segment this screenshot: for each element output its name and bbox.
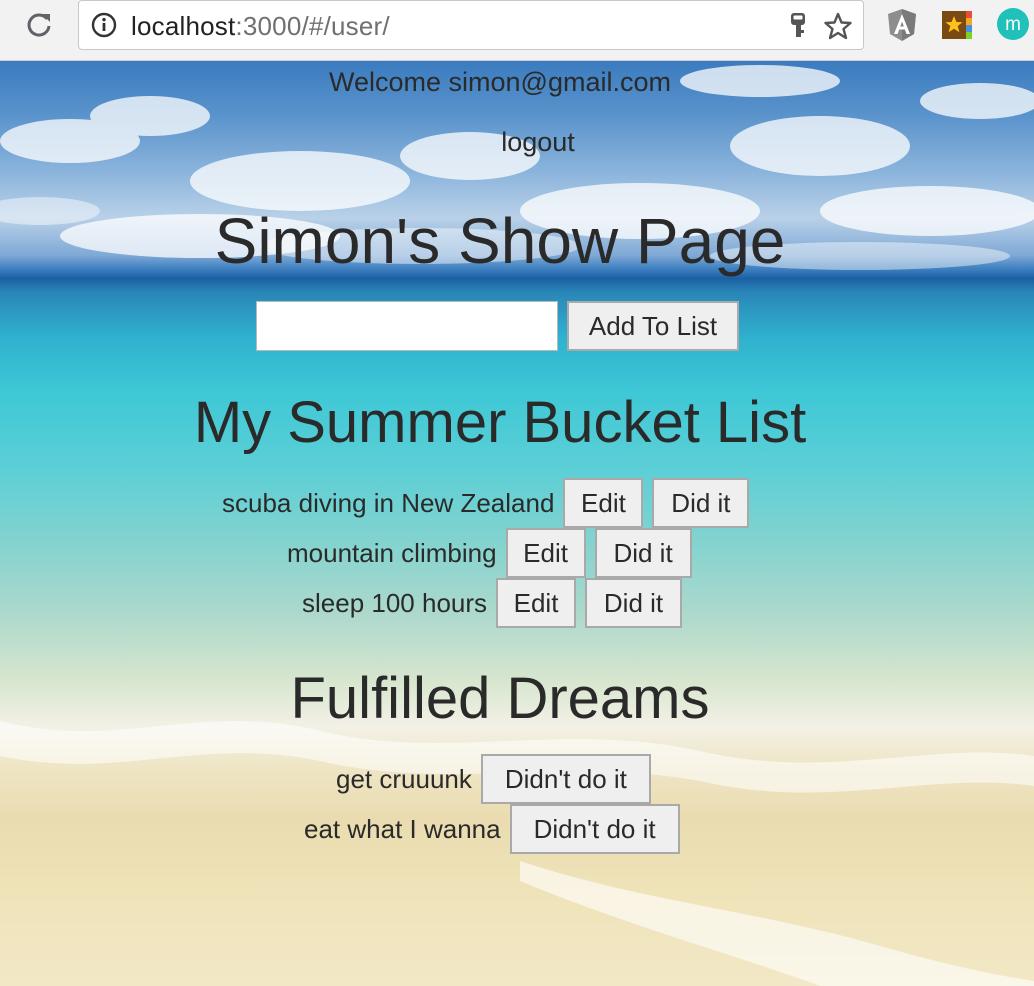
- fulfilled-item-label: get cruuunk: [336, 763, 472, 794]
- angular-extension-icon[interactable]: [886, 8, 918, 42]
- list-item: scuba diving in New Zealand Edit Did it: [222, 478, 758, 528]
- edit-button[interactable]: Edit: [496, 578, 577, 628]
- bucket-item-label: sleep 100 hours: [302, 587, 488, 618]
- bookmark-extension-icon[interactable]: [940, 8, 974, 42]
- did-it-button[interactable]: Did it: [594, 528, 692, 578]
- m-extension-icon[interactable]: m: [996, 7, 1030, 41]
- list-item: sleep 100 hours Edit Did it: [302, 578, 691, 628]
- did-it-button[interactable]: Did it: [652, 478, 750, 528]
- url-text[interactable]: localhost:3000/#/user/: [131, 9, 390, 43]
- list-item: mountain climbing Edit Did it: [287, 528, 701, 578]
- address-bar[interactable]: localhost:3000/#/user/: [78, 0, 864, 50]
- new-item-input[interactable]: [256, 301, 558, 351]
- fulfilled-item-label: eat what I wanna: [304, 813, 501, 844]
- url-path: :3000/#/user/: [235, 11, 390, 41]
- info-icon[interactable]: [91, 12, 117, 38]
- didnt-do-it-button[interactable]: Didn't do it: [509, 804, 680, 854]
- logout-link[interactable]: logout: [0, 126, 1034, 158]
- list-item: get cruuunk Didn't do it: [336, 754, 660, 804]
- star-icon[interactable]: [823, 11, 853, 41]
- url-host: localhost: [131, 11, 236, 41]
- did-it-button[interactable]: Did it: [585, 578, 683, 628]
- fulfilled-dreams-title: Fulfilled Dreams: [290, 666, 710, 731]
- page-title: Simon's Show Page: [214, 205, 786, 277]
- reload-icon[interactable]: [22, 8, 56, 42]
- add-to-list-button[interactable]: Add To List: [567, 301, 739, 351]
- page-viewport: Welcome simon@gmail.com logout Simon's S…: [0, 61, 1034, 986]
- bucket-item-label: scuba diving in New Zealand: [222, 487, 555, 518]
- svg-text:m: m: [1005, 14, 1021, 35]
- add-item-form: Add To List: [256, 300, 739, 352]
- bucket-list-title: My Summer Bucket List: [193, 390, 807, 455]
- edit-button[interactable]: Edit: [505, 528, 586, 578]
- edit-button[interactable]: Edit: [563, 478, 644, 528]
- key-icon[interactable]: [787, 11, 809, 39]
- browser-toolbar: localhost:3000/#/user/ m: [0, 0, 1034, 61]
- welcome-text: Welcome simon@gmail.com: [329, 67, 671, 97]
- list-item: eat what I wanna Didn't do it: [304, 804, 689, 854]
- didnt-do-it-button[interactable]: Didn't do it: [480, 754, 651, 804]
- bucket-item-label: mountain climbing: [287, 537, 497, 568]
